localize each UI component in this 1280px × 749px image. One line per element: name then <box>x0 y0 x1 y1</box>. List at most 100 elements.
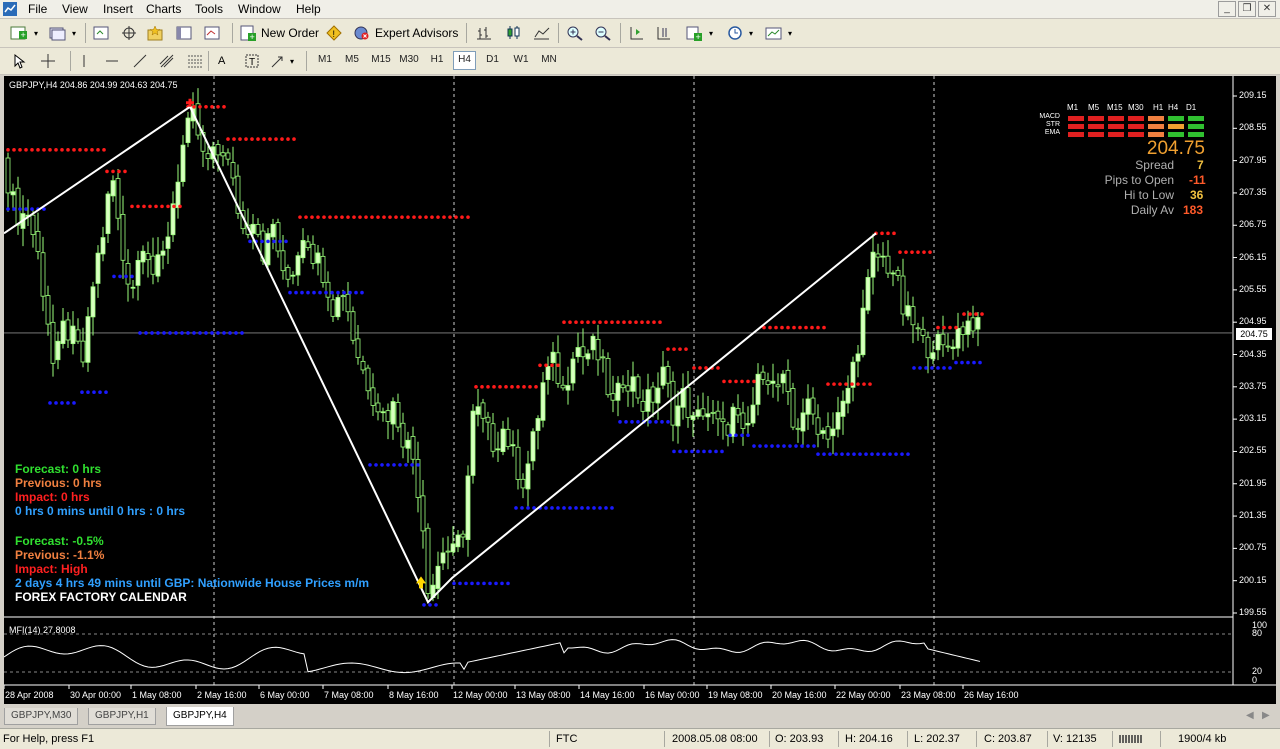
candle-body <box>845 387 851 404</box>
menu-file[interactable]: File <box>28 1 47 17</box>
date-tick-label: 22 May 00:00 <box>836 690 891 700</box>
candlestick-button[interactable] <box>505 23 523 43</box>
chart-window[interactable]: GBPJPY,H4 204.86 204.99 204.63 204.75 MF… <box>4 76 1276 704</box>
support-dot <box>550 506 554 510</box>
arrows-button[interactable]: ▾ <box>270 51 294 71</box>
market-watch-button[interactable] <box>92 23 110 43</box>
support-dot <box>822 452 826 456</box>
menu-tools[interactable]: Tools <box>195 1 223 17</box>
signal-cell <box>1168 116 1184 121</box>
resistance-dot <box>66 148 70 152</box>
resistance-dot <box>862 382 866 386</box>
timeframe-m1[interactable]: M1 <box>314 51 336 68</box>
fibonacci-button[interactable] <box>186 51 204 71</box>
new-chart-button[interactable]: + ▾ <box>10 23 38 43</box>
text-label-button[interactable]: T <box>244 51 260 71</box>
meta-editor-button[interactable]: ! <box>325 23 343 43</box>
candle-body <box>695 409 701 417</box>
support-dot <box>966 360 970 365</box>
terminal-button[interactable] <box>175 23 193 43</box>
resistance-dot <box>652 320 656 324</box>
cursor-button[interactable] <box>12 51 26 71</box>
mfi-tick-0: 0 <box>1252 675 1258 685</box>
support-dot <box>840 452 844 456</box>
candle-body <box>520 478 526 489</box>
support-dot <box>138 331 142 335</box>
timeframe-h4[interactable]: H4 <box>453 51 476 70</box>
timeframe-mn[interactable]: MN <box>537 51 561 68</box>
zoom-in-button[interactable] <box>566 23 584 43</box>
support-dot <box>592 506 596 510</box>
vertical-line-button[interactable] <box>78 51 90 71</box>
equidistant-channel-button[interactable] <box>158 51 176 71</box>
menu-view[interactable]: View <box>62 1 88 17</box>
price-tick-label: 203.15 <box>1239 413 1267 424</box>
candle-body <box>745 423 751 426</box>
autoscroll-button[interactable] <box>628 23 646 43</box>
support-dot <box>846 452 850 456</box>
date-tick-label: 19 May 08:00 <box>708 690 763 700</box>
status-separator <box>838 731 839 747</box>
price-tick-label: 204.95 <box>1239 316 1267 327</box>
menu-window[interactable]: Window <box>238 1 281 17</box>
support-dot <box>294 290 298 295</box>
timeframe-m5[interactable]: M5 <box>341 51 363 68</box>
support-dot <box>48 401 52 405</box>
price-chart-canvas[interactable] <box>4 76 1276 704</box>
timeframe-w1[interactable]: W1 <box>510 51 532 68</box>
indicators-button[interactable]: + ▾ <box>685 23 713 43</box>
app-icon[interactable] <box>3 2 17 16</box>
candle-body <box>750 404 756 424</box>
signal-cell <box>1188 124 1204 129</box>
profiles-button[interactable]: ▾ <box>48 23 76 43</box>
stat-hilo-label: Hi to Low <box>1123 188 1174 202</box>
resistance-dot <box>30 148 34 152</box>
minimize-icon[interactable]: _ <box>1218 1 1236 17</box>
resistance-dot <box>117 169 121 174</box>
tab-gbpjpy-h4[interactable]: GBPJPY,H4 <box>166 707 234 726</box>
candle-body <box>355 338 361 358</box>
menu-insert[interactable]: Insert <box>103 1 133 17</box>
horizontal-line-button[interactable] <box>104 51 120 71</box>
close-icon[interactable]: ✕ <box>1258 1 1276 17</box>
favorites-button[interactable] <box>146 23 164 43</box>
tester-button[interactable] <box>203 23 221 43</box>
expert-advisors-button[interactable]: Expert Advisors <box>353 23 458 43</box>
timeframe-h1[interactable]: H1 <box>427 51 447 68</box>
trendline-button[interactable] <box>132 51 148 71</box>
candle-body <box>590 335 596 351</box>
candle-body <box>565 385 571 391</box>
support-dot <box>740 433 744 438</box>
resistance-dot <box>334 215 338 219</box>
support-dot <box>782 444 786 448</box>
navigator-button[interactable] <box>120 23 138 43</box>
candle-body <box>50 321 56 364</box>
support-dot <box>520 506 524 510</box>
text-button[interactable]: A <box>218 51 225 71</box>
tab-scroll-left-icon[interactable]: ◀ <box>1246 710 1254 721</box>
periods-button[interactable]: ▾ <box>727 23 753 43</box>
templates-button[interactable]: ▾ <box>764 23 792 43</box>
tab-gbpjpy-m30[interactable]: GBPJPY,M30 <box>4 708 79 725</box>
candle-body <box>940 333 946 346</box>
resistance-dot <box>274 137 278 141</box>
timeframe-d1[interactable]: D1 <box>482 51 503 68</box>
crosshair-button[interactable] <box>40 51 56 71</box>
support-dot <box>260 239 264 244</box>
restore-icon[interactable]: ❐ <box>1238 1 1256 17</box>
date-tick-label: 26 May 16:00 <box>964 690 1019 700</box>
timeframe-m30[interactable]: M30 <box>396 51 422 68</box>
bar-chart-button[interactable] <box>476 23 494 43</box>
new-order-button[interactable]: + New Order <box>239 23 319 43</box>
menu-help[interactable]: Help <box>296 1 321 17</box>
chart-shift-button[interactable] <box>655 23 673 43</box>
zoom-out-button[interactable] <box>594 23 612 43</box>
tab-gbpjpy-h1[interactable]: GBPJPY,H1 <box>88 708 156 725</box>
line-chart-button[interactable] <box>533 23 551 43</box>
candle-body <box>160 250 166 256</box>
resistance-dot <box>340 215 344 219</box>
date-tick-label: 13 May 08:00 <box>516 690 571 700</box>
menu-charts[interactable]: Charts <box>146 1 181 17</box>
tab-scroll-right-icon[interactable]: ▶ <box>1262 710 1270 721</box>
timeframe-m15[interactable]: M15 <box>368 51 394 68</box>
